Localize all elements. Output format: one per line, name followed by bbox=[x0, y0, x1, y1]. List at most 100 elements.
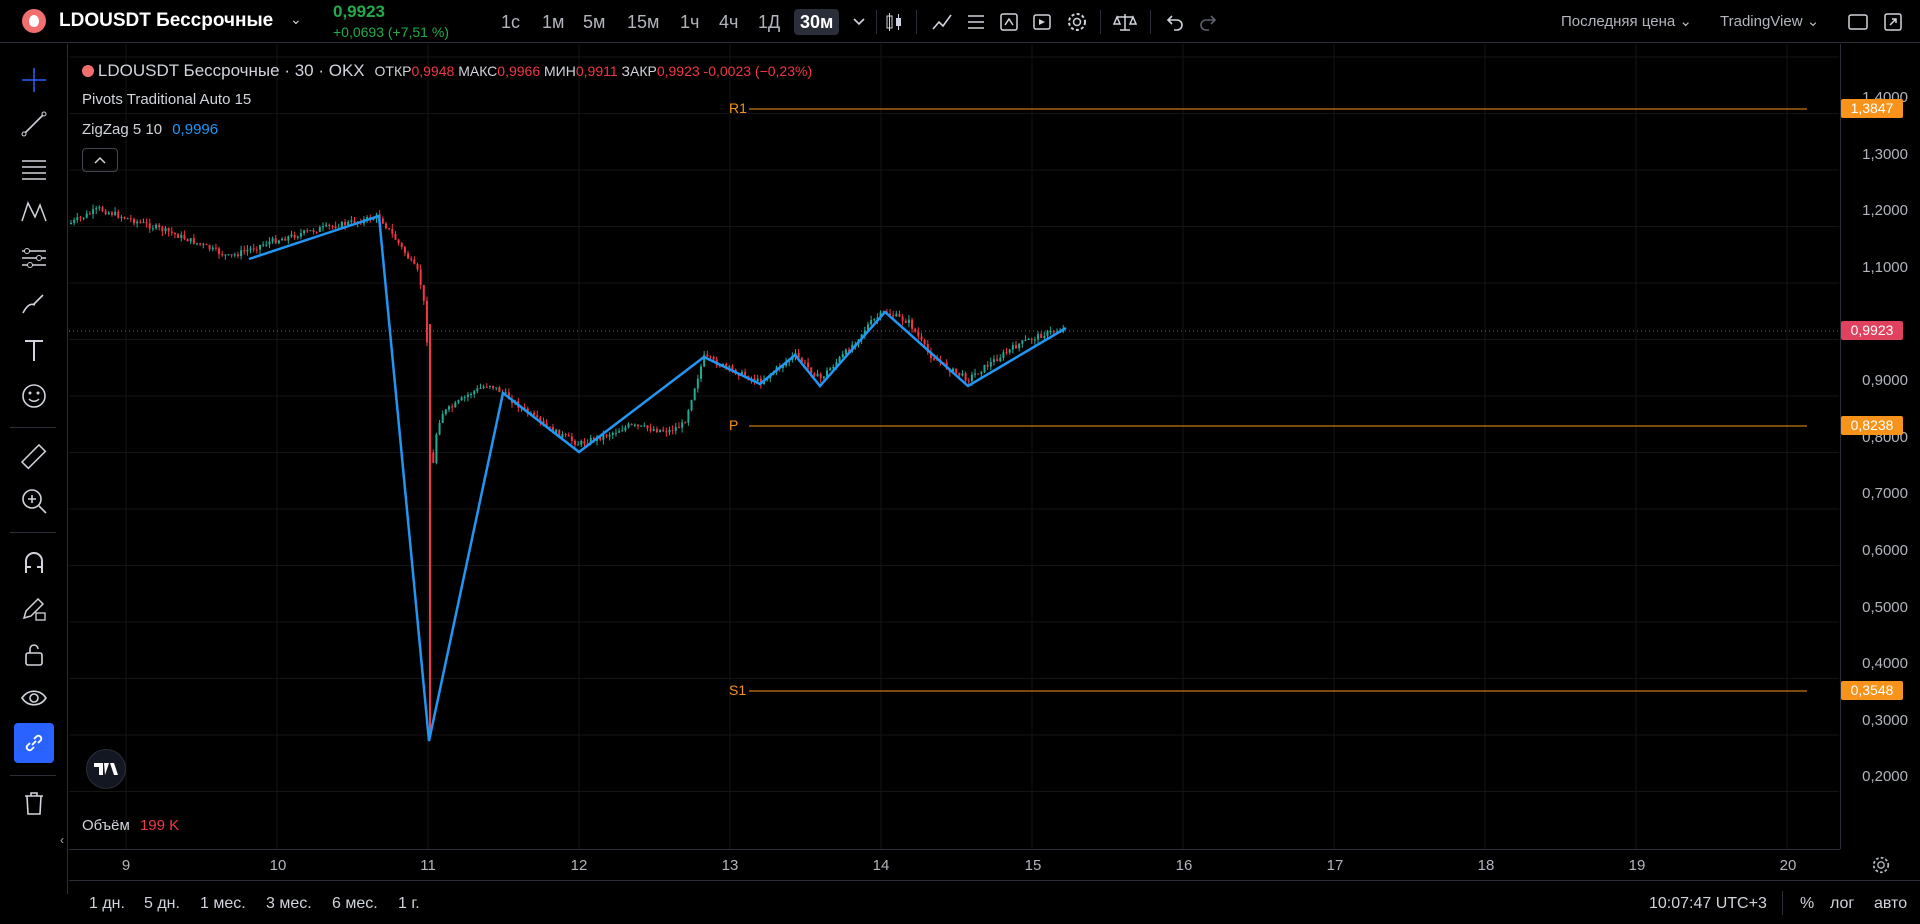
crosshair-icon[interactable] bbox=[14, 60, 54, 100]
price-chart[interactable] bbox=[69, 44, 1839, 849]
pivots-indicator-legend[interactable]: Pivots Traditional Auto 15 bbox=[82, 91, 251, 108]
emoji-icon[interactable] bbox=[14, 376, 54, 416]
price-axis[interactable]: 1,4000 1,3000 1,2000 1,1000 0,9000 0,800… bbox=[1840, 44, 1920, 849]
candle-body bbox=[898, 313, 901, 317]
candle-body bbox=[136, 221, 139, 224]
log-scale-toggle[interactable]: лог bbox=[1830, 895, 1854, 913]
magnet-icon[interactable] bbox=[14, 542, 54, 582]
zigzag-indicator-legend[interactable]: ZigZag 5 10 0,9996 bbox=[82, 121, 218, 138]
candle-body bbox=[681, 422, 684, 428]
gear-icon[interactable] bbox=[1063, 8, 1091, 36]
candle-body bbox=[608, 434, 611, 437]
candle-body bbox=[643, 425, 646, 427]
time-axis[interactable]: 9 10 11 12 13 14 15 16 17 18 19 20 bbox=[69, 849, 1890, 879]
templates-icon[interactable] bbox=[962, 8, 990, 36]
candle-body bbox=[299, 233, 302, 237]
candle-body bbox=[205, 244, 208, 246]
range-1y-button[interactable]: 1 г. bbox=[398, 895, 420, 913]
fib-retracement-icon[interactable] bbox=[14, 148, 54, 188]
eye-icon[interactable] bbox=[14, 678, 54, 718]
range-1d-button[interactable]: 1 дн. bbox=[89, 895, 125, 913]
interval-1s[interactable]: 1с bbox=[495, 9, 526, 35]
pattern-icon[interactable] bbox=[14, 192, 54, 232]
candle-body bbox=[476, 388, 479, 392]
interval-1m[interactable]: 1м bbox=[536, 9, 570, 35]
candle-body bbox=[1037, 334, 1040, 340]
candle-body bbox=[980, 372, 983, 374]
candle-body bbox=[117, 211, 120, 218]
candle-body bbox=[637, 424, 639, 427]
chevron-down-icon[interactable]: ⌄ bbox=[290, 11, 302, 28]
projection-icon[interactable] bbox=[14, 238, 54, 278]
candles-icon[interactable] bbox=[880, 8, 908, 36]
x-tick: 11 bbox=[420, 857, 436, 874]
tradingview-logo-icon[interactable] bbox=[86, 749, 126, 789]
text-icon[interactable] bbox=[14, 330, 54, 370]
ruler-icon[interactable] bbox=[14, 437, 54, 477]
interval-1h[interactable]: 1ч bbox=[674, 9, 705, 35]
candle-body bbox=[621, 430, 624, 432]
alert-icon[interactable] bbox=[995, 8, 1023, 36]
interval-1d[interactable]: 1Д bbox=[752, 9, 786, 35]
unlock-icon[interactable] bbox=[14, 634, 54, 674]
candle-body bbox=[460, 397, 463, 401]
layout-icon[interactable] bbox=[1844, 8, 1872, 36]
top-toolbar: LDOUSDT Бессрочные ⌄ 0,9923 +0,0693 (+7,… bbox=[0, 0, 1920, 43]
chevron-down-icon[interactable] bbox=[845, 8, 873, 36]
interval-15m[interactable]: 15м bbox=[621, 9, 665, 35]
clock-timezone[interactable]: 10:07:47 UTC+3 bbox=[1649, 895, 1767, 913]
range-1m-button[interactable]: 1 мес. bbox=[200, 895, 246, 913]
volume-label: Объём bbox=[82, 817, 130, 834]
candle-body bbox=[580, 441, 583, 445]
candle-body bbox=[293, 234, 296, 238]
gear-icon[interactable] bbox=[1871, 855, 1891, 880]
range-5d-button[interactable]: 5 дн. bbox=[144, 895, 180, 913]
lock-pencil-icon[interactable] bbox=[14, 588, 54, 628]
volume-legend[interactable]: Объём 199 K bbox=[82, 817, 179, 834]
candle-body bbox=[334, 226, 337, 229]
trend-line-icon[interactable] bbox=[14, 104, 54, 144]
candle-body bbox=[706, 354, 709, 357]
trash-icon[interactable] bbox=[14, 783, 54, 823]
candle-body bbox=[466, 394, 469, 397]
price-type-select[interactable]: Последняя цена ⌄ bbox=[1561, 12, 1692, 30]
candle-body bbox=[640, 425, 643, 427]
collapse-toolbar-icon[interactable]: ‹ bbox=[60, 833, 64, 847]
range-3m-button[interactable]: 3 мес. bbox=[266, 895, 312, 913]
candle-body bbox=[303, 230, 306, 234]
candle-body bbox=[85, 213, 88, 218]
symbol-legend[interactable]: LDOUSDT Бессрочные · 30 · OKX ОТКР0,9948… bbox=[82, 61, 812, 81]
brush-icon[interactable] bbox=[14, 284, 54, 324]
candle-body bbox=[677, 427, 680, 429]
symbol-name[interactable]: LDOUSDT Бессрочные bbox=[59, 10, 273, 32]
candle-body bbox=[262, 244, 265, 246]
auto-scale-toggle[interactable]: авто bbox=[1874, 895, 1907, 913]
candle-body bbox=[564, 434, 567, 436]
candle-body bbox=[164, 227, 167, 232]
candle-body bbox=[284, 238, 287, 241]
replay-icon[interactable] bbox=[1028, 8, 1056, 36]
fullscreen-icon[interactable] bbox=[1879, 8, 1907, 36]
collapse-legend-button[interactable] bbox=[82, 148, 118, 172]
undo-icon[interactable] bbox=[1161, 8, 1189, 36]
zoom-in-icon[interactable] bbox=[14, 481, 54, 521]
candle-body bbox=[992, 359, 995, 362]
zigzag-name: ZigZag 5 10 bbox=[82, 121, 163, 138]
interval-30m[interactable]: 30м bbox=[794, 9, 840, 35]
candle-body bbox=[328, 224, 331, 227]
range-6m-button[interactable]: 6 мес. bbox=[332, 895, 378, 913]
candle-body bbox=[208, 245, 211, 250]
platform-select[interactable]: TradingView ⌄ bbox=[1720, 12, 1819, 30]
candle-body bbox=[309, 230, 312, 232]
interval-5m[interactable]: 5м bbox=[577, 9, 611, 35]
candle-body bbox=[536, 415, 539, 418]
percent-scale-toggle[interactable]: % bbox=[1800, 895, 1814, 913]
lido-logo-icon[interactable] bbox=[22, 9, 46, 33]
pivot-s1-price-label: 0,3548 bbox=[1841, 681, 1903, 700]
indicators-icon[interactable] bbox=[928, 8, 956, 36]
compare-scales-icon[interactable] bbox=[1111, 8, 1139, 36]
link-icon[interactable] bbox=[14, 723, 54, 763]
redo-icon[interactable] bbox=[1194, 8, 1222, 36]
candle-body bbox=[167, 227, 170, 232]
interval-4h[interactable]: 4ч bbox=[713, 9, 744, 35]
